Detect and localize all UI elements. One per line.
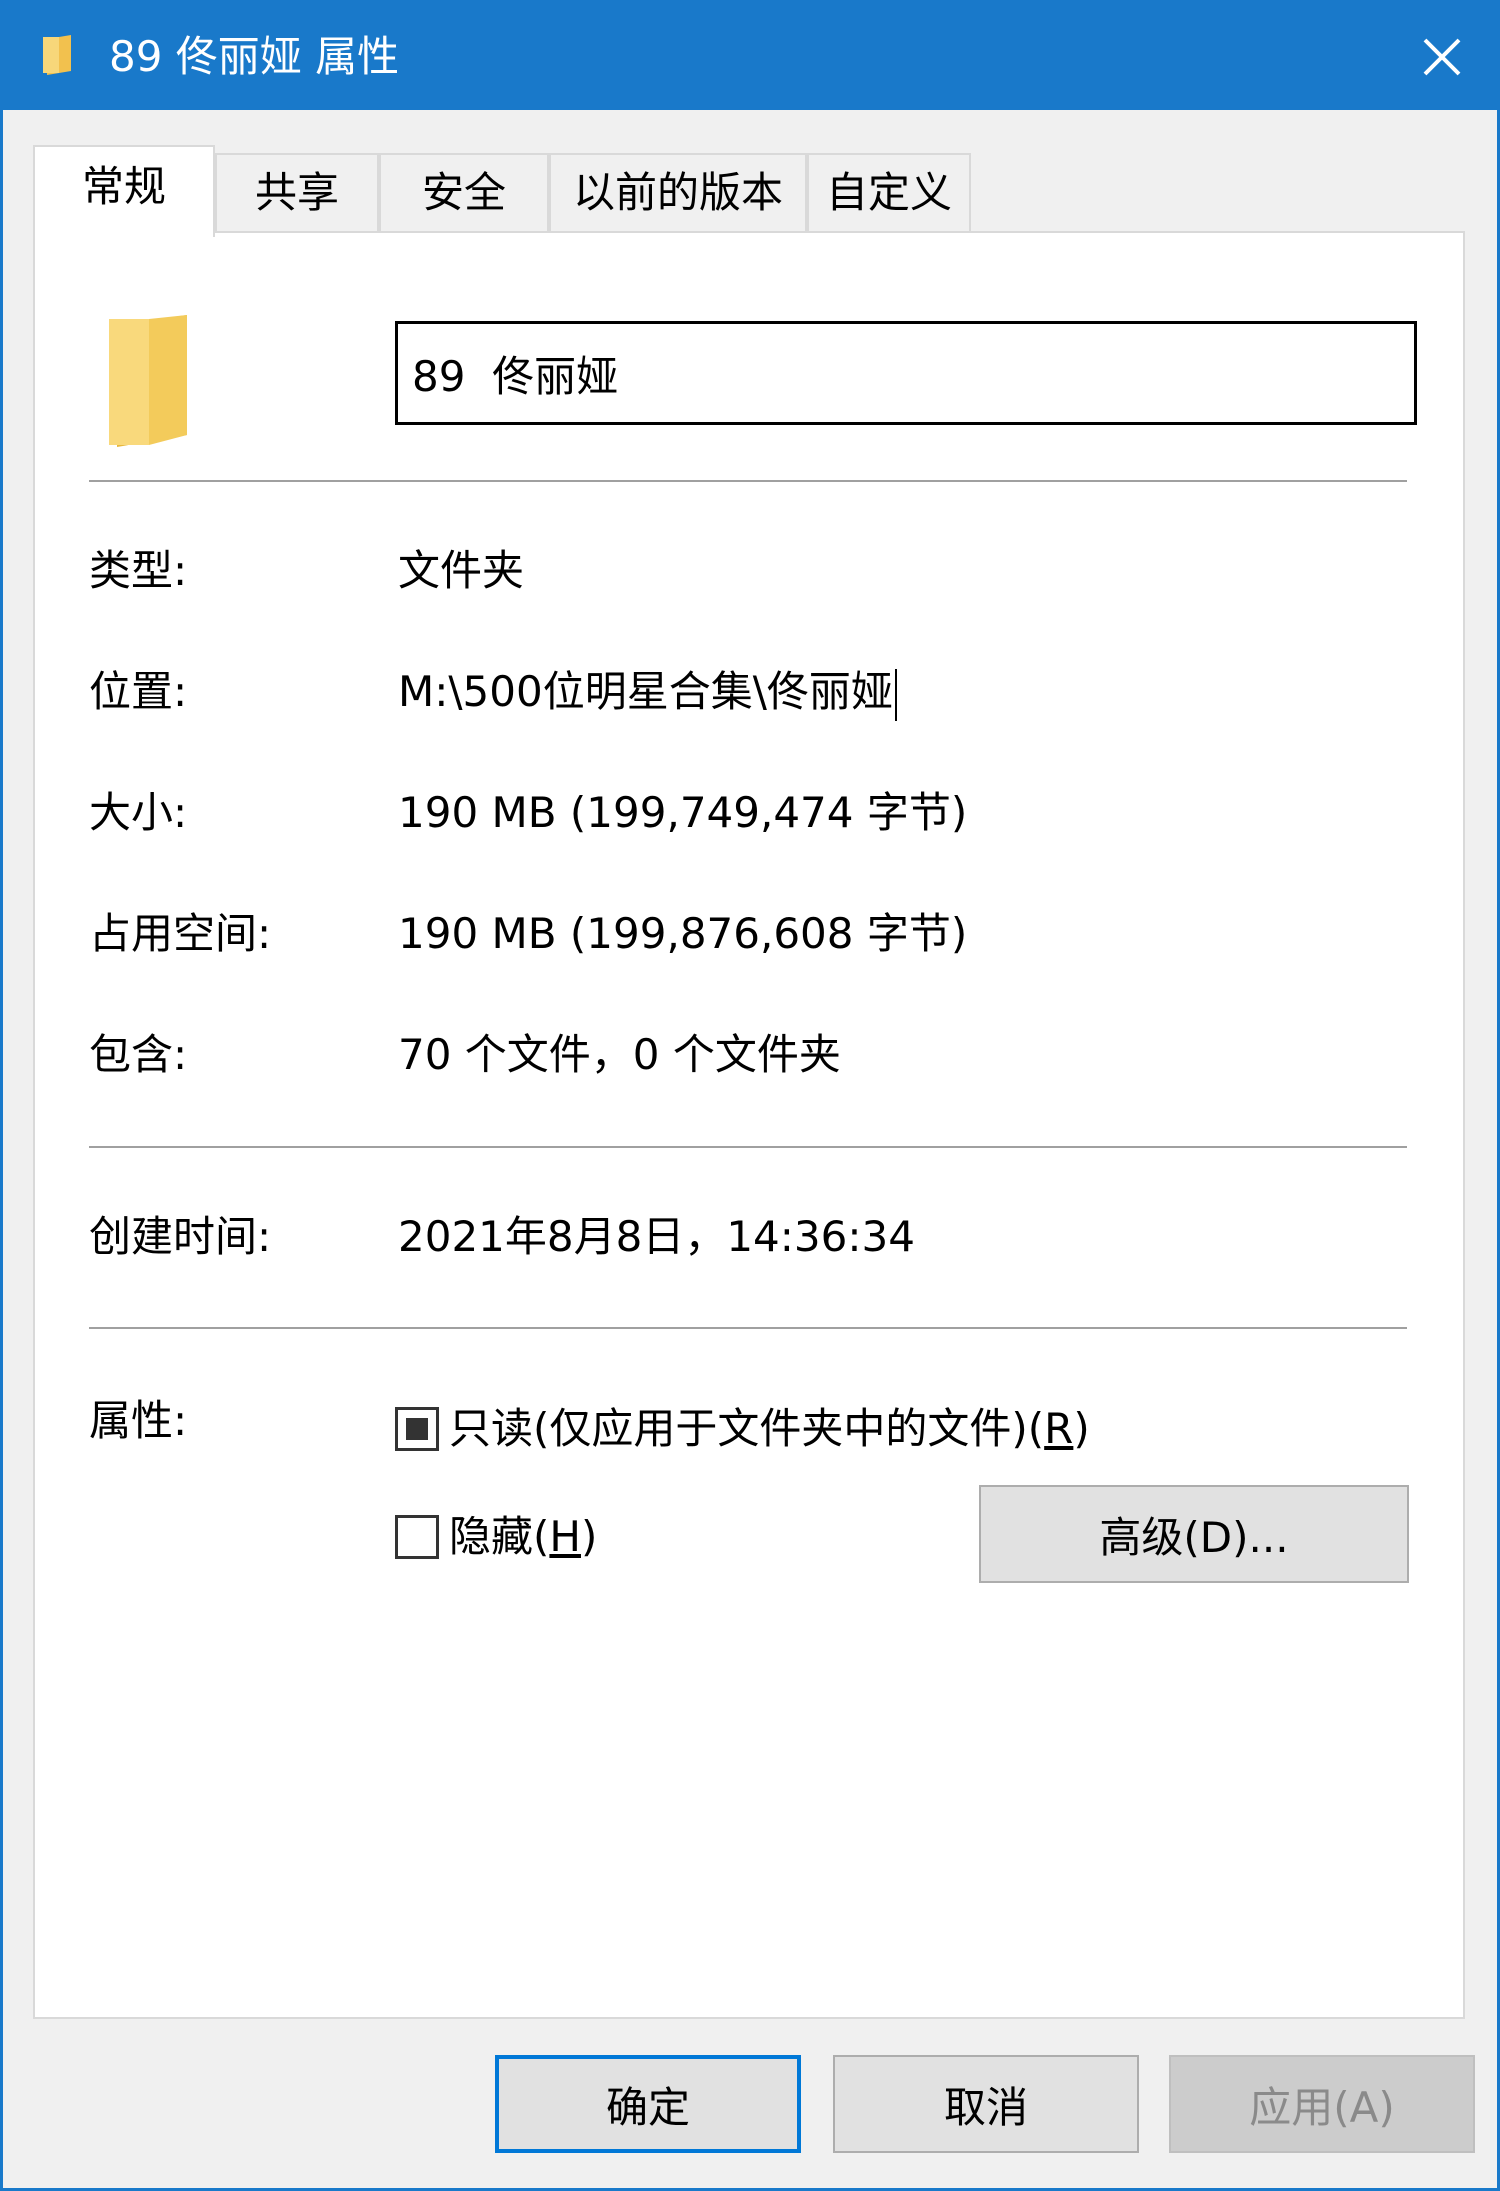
size-value: 190 MB (199,749,474 字节) — [398, 788, 968, 837]
readonly-accesskey: R — [1044, 1404, 1074, 1453]
created-value: 2021年8月8日，14:36:34 — [398, 1212, 915, 1261]
text-caret — [894, 668, 897, 721]
general-panel — [33, 231, 1465, 2019]
readonly-label[interactable]: 只读(仅应用于文件夹中的文件)(R) — [449, 1401, 1090, 1457]
tab-security[interactable]: 安全 — [379, 153, 549, 233]
contains-label: 包含: — [89, 1030, 188, 1079]
hidden-end: ) — [580, 1512, 598, 1561]
tab-customize-label: 自定义 — [825, 168, 952, 217]
readonly-checkbox[interactable] — [395, 1407, 439, 1451]
separator — [89, 1146, 1407, 1148]
created-label: 创建时间: — [89, 1212, 272, 1261]
tab-sharing[interactable]: 共享 — [215, 153, 379, 233]
type-value: 文件夹 — [398, 546, 525, 595]
location-value-wrap[interactable]: M:\500位明星合集\佟丽娅 — [398, 664, 897, 721]
size-on-disk-label: 占用空间: — [89, 909, 272, 958]
folder-name-input[interactable] — [395, 321, 1417, 425]
attributes-label: 属性: — [89, 1396, 188, 1445]
apply-button[interactable]: 应用(A) — [1169, 2055, 1475, 2153]
folder-icon — [109, 315, 187, 447]
type-label: 类型: — [89, 546, 188, 595]
separator — [89, 1327, 1407, 1329]
close-button[interactable] — [1387, 3, 1497, 110]
tab-sharing-label: 共享 — [254, 168, 339, 217]
readonly-end: ) — [1073, 1404, 1090, 1453]
size-label: 大小: — [89, 788, 188, 837]
contains-value: 70 个文件，0 个文件夹 — [398, 1030, 841, 1079]
hidden-label[interactable]: 隐藏(H) — [449, 1509, 597, 1565]
folder-icon — [43, 35, 71, 75]
tab-general[interactable]: 常规 — [33, 145, 215, 237]
location-label: 位置: — [89, 667, 188, 716]
title-bar[interactable]: 89 佟丽娅 属性 — [3, 3, 1497, 110]
tab-previous-versions[interactable]: 以前的版本 — [549, 153, 807, 233]
hidden-checkbox[interactable] — [395, 1515, 439, 1559]
hidden-text: 隐藏( — [449, 1512, 550, 1561]
hidden-accesskey: H — [549, 1512, 581, 1561]
advanced-button[interactable]: 高级(D)... — [979, 1485, 1409, 1583]
tab-previous-versions-label: 以前的版本 — [572, 168, 783, 217]
readonly-text: 只读(仅应用于文件夹中的文件)( — [449, 1404, 1045, 1453]
separator — [89, 480, 1407, 482]
properties-dialog: 89 佟丽娅 属性 常规 共享 安全 以前的版本 自定义 类型: 文件夹 位置:… — [0, 0, 1500, 2191]
tab-customize[interactable]: 自定义 — [807, 153, 971, 233]
tab-security-label: 安全 — [421, 168, 506, 217]
indeterminate-mark — [406, 1418, 428, 1440]
close-icon — [1423, 38, 1461, 75]
location-value[interactable]: M:\500位明星合集\佟丽娅 — [398, 667, 893, 716]
size-on-disk-value: 190 MB (199,876,608 字节) — [398, 909, 968, 958]
cancel-button[interactable]: 取消 — [833, 2055, 1139, 2153]
tab-general-label: 常规 — [81, 162, 166, 211]
ok-button[interactable]: 确定 — [495, 2055, 801, 2153]
window-title: 89 佟丽娅 属性 — [109, 32, 400, 81]
